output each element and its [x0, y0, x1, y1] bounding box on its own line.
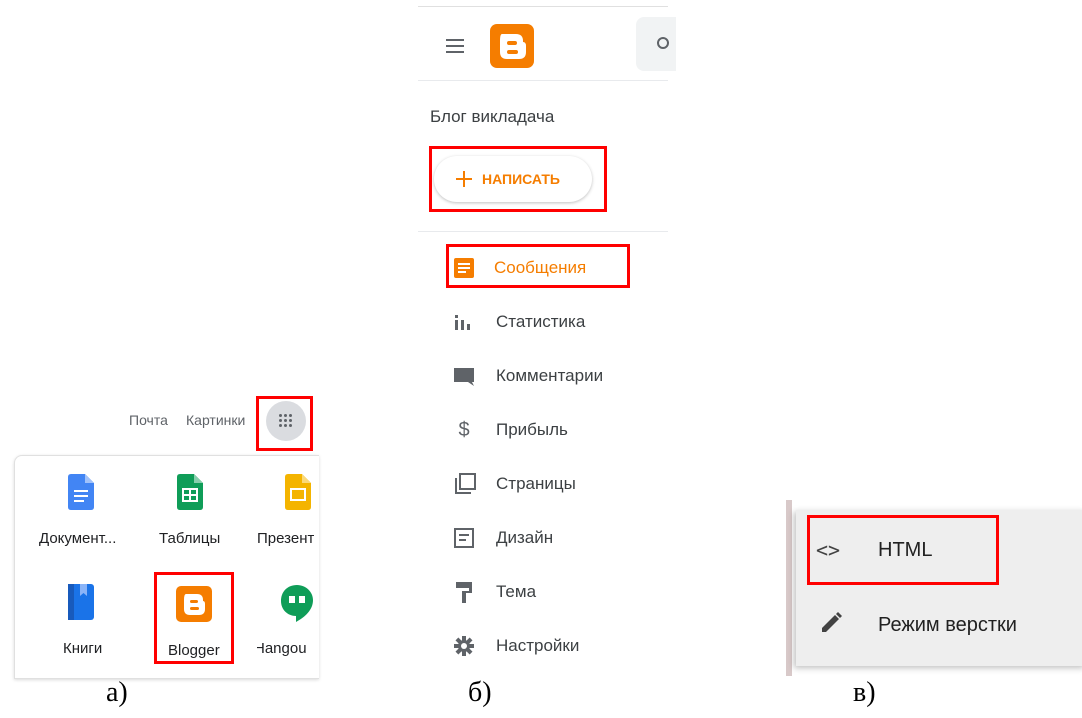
settings-icon: [454, 636, 474, 656]
new-post-highlight: [429, 146, 607, 212]
caption-c: в): [853, 677, 876, 708]
app-slides[interactable]: Презент: [257, 474, 319, 554]
nav-stats[interactable]: Статистика: [454, 296, 654, 348]
posts-highlight: [446, 244, 630, 288]
search-icon: [657, 37, 669, 49]
dollar-icon: $: [458, 418, 470, 441]
comments-icon: [454, 368, 474, 386]
blog-title[interactable]: Блог викладача: [430, 107, 554, 127]
app-label: Книги: [63, 640, 103, 657]
pages-icon: [455, 473, 476, 494]
theme-icon: [456, 582, 472, 603]
panel-c: <> HTML Режим верстки: [786, 500, 1082, 676]
menu-item-compose[interactable]: Режим верстки: [796, 588, 1082, 666]
images-link[interactable]: Картинки: [186, 412, 245, 428]
hamburger-menu-icon[interactable]: [446, 38, 466, 54]
blogger-logo-icon: [490, 24, 534, 68]
hangouts-icon: [281, 585, 313, 622]
layout-icon: [454, 528, 474, 548]
panel-b: Блог викладача НАПИСАТЬ Сообщения Статис…: [418, 0, 676, 718]
menu-item-label: Режим верстки: [878, 614, 1017, 636]
nav-theme[interactable]: Тема: [454, 566, 654, 618]
nav-label: Тема: [496, 582, 537, 601]
caption-b: б): [468, 677, 492, 708]
nav-label: Комментарии: [496, 366, 604, 385]
app-hangouts[interactable]: Hangou: [257, 584, 319, 664]
app-books[interactable]: Книги: [55, 584, 115, 664]
html-highlight: [807, 515, 999, 585]
nav-layout[interactable]: Дизайн: [454, 512, 654, 564]
google-books-icon: [68, 584, 94, 620]
google-sheets-icon: [177, 474, 203, 510]
app-label: Презент: [257, 530, 315, 547]
nav-label: Настройки: [496, 636, 580, 655]
app-label: Документ...: [39, 530, 117, 547]
nav-pages[interactable]: Страницы: [454, 458, 654, 510]
nav-settings[interactable]: Настройки: [454, 620, 654, 672]
app-docs[interactable]: Документ...: [39, 474, 129, 554]
google-docs-icon: [68, 474, 94, 510]
panel-a: Почта Картинки Документ... Таблицы Презе…: [0, 0, 330, 718]
nav-comments[interactable]: Комментарии: [454, 350, 654, 402]
google-slides-icon: [285, 474, 311, 510]
app-sheets[interactable]: Таблицы: [155, 474, 235, 554]
mail-link[interactable]: Почта: [129, 412, 168, 428]
blogger-highlight: [154, 572, 234, 664]
nav-label: Статистика: [496, 312, 586, 331]
pencil-icon: [822, 612, 842, 632]
nav-label: Прибыль: [496, 420, 568, 439]
nav-earnings[interactable]: $ Прибыль: [454, 404, 654, 456]
caption-a: а): [106, 677, 128, 708]
app-label: Таблицы: [159, 530, 221, 547]
nav-label: Дизайн: [496, 528, 554, 547]
apps-grid-highlight: [256, 396, 313, 451]
stats-icon: [455, 315, 470, 330]
nav-label: Страницы: [496, 474, 576, 493]
search-box[interactable]: [636, 17, 676, 71]
app-label: Hangou: [257, 640, 307, 657]
